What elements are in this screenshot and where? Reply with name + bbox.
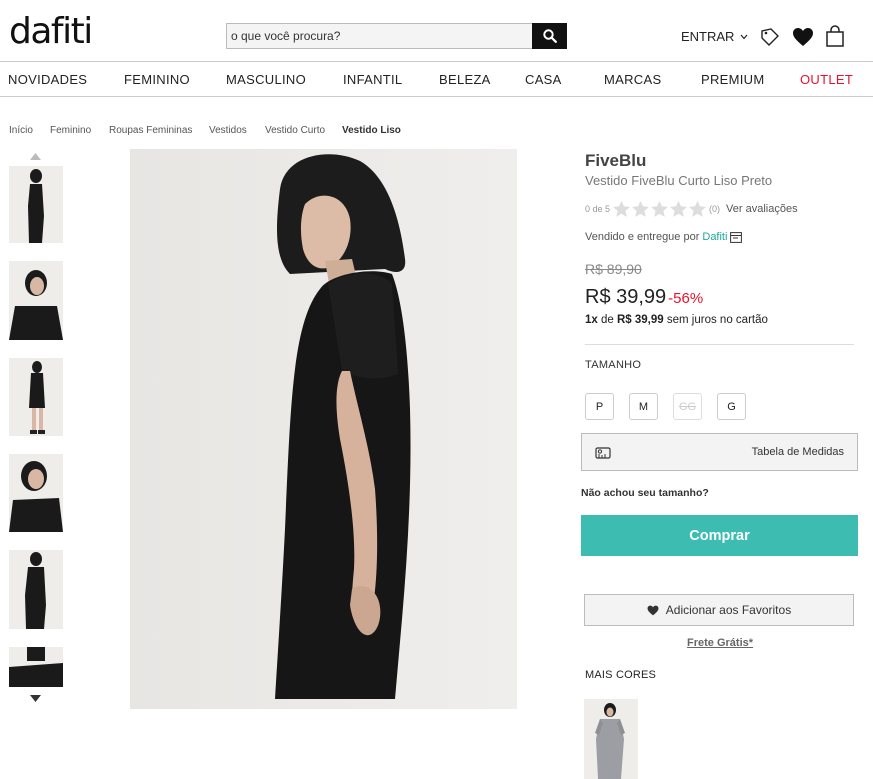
rating-text: 0 de 5 [585,204,611,214]
breadcrumb-vestidos[interactable]: Vestidos [209,125,247,136]
search-icon [542,29,557,43]
thumbnail-1-image [9,166,63,243]
old-price: R$ 89,90 [585,261,642,277]
color-option-grey[interactable] [584,699,638,779]
thumbnail-4[interactable] [9,454,63,532]
shopping-bag-icon[interactable] [825,25,845,52]
thumbnail-5[interactable] [9,550,63,629]
breadcrumb-current: Vestido Liso [342,125,401,136]
current-price: R$ 39,99 -56% [585,286,703,309]
breadcrumb-vestido-curto[interactable]: Vestido Curto [265,125,325,136]
size-option-g[interactable]: G [717,393,746,420]
nav-item-premium[interactable]: PREMIUM [701,72,765,87]
installment-info: 1x de R$ 39,99 sem juros no cartão [585,314,768,326]
product-photo [130,149,517,709]
add-to-favorites-button[interactable]: Adicionar aos Favoritos [584,594,854,626]
star-icon [651,201,668,217]
installment-count: 1x [585,314,598,326]
login-menu[interactable]: ENTRAR [681,29,748,44]
nav-item-beleza[interactable]: BELEZA [439,72,491,87]
thumbnail-2-image [9,261,63,340]
search-bar [226,23,567,49]
main-product-image[interactable] [130,149,517,709]
rating-count: (0) [709,204,721,214]
main-nav: NOVIDADES FEMININO MASCULINO INFANTIL BE… [0,61,873,97]
breadcrumb-inicio[interactable]: Início [9,125,33,136]
thumbnail-6[interactable] [9,647,63,687]
size-option-gg: GG [673,393,702,420]
installment-value: R$ 39,99 [617,314,664,326]
see-reviews-link[interactable]: Ver avaliações [726,203,798,215]
size-option-m[interactable]: M [629,393,658,420]
thumbs-up-arrow-icon[interactable] [30,153,41,160]
search-input[interactable] [227,24,532,48]
star-icon [632,201,649,217]
installment-terms: sem juros no cartão [666,314,768,326]
star-icon [689,201,706,217]
nav-item-novidades[interactable]: NOVIDADES [8,72,87,87]
nav-item-marcas[interactable]: MARCAS [604,72,661,87]
free-shipping-link[interactable]: Frete Grátis* [687,637,753,649]
buy-button[interactable]: Comprar [581,515,858,556]
nav-item-casa[interactable]: CASA [525,72,562,87]
thumbnail-6-image [9,647,63,687]
coupon-tag-icon[interactable] [760,27,780,52]
seller-link[interactable]: Dafiti [702,231,727,243]
breadcrumb-roupas-femininas[interactable]: Roupas Femininas [109,125,192,136]
product-rating: 0 de 5 (0) Ver avaliações [585,201,798,217]
color-option-image [584,699,638,779]
product-brand[interactable]: FiveBlu [585,151,646,171]
star-icon [670,201,687,217]
sold-by: Vendido e entregue por Dafiti [585,231,743,243]
thumbnail-2[interactable] [9,261,63,340]
thumbnail-3-image [9,358,63,436]
sold-by-label: Vendido e entregue por [585,231,700,243]
dafiti-logo[interactable]: dafiti [9,12,93,52]
size-chart-label: Tabela de Medidas [751,446,844,458]
price-value: R$ 39,99 [585,286,667,308]
measuring-tape-icon [595,447,611,459]
add-to-favorites-label: Adicionar aos Favoritos [665,603,792,617]
thumbnail-5-image [9,550,63,629]
divider [585,344,854,345]
thumbnail-1[interactable] [9,166,63,243]
discount-badge: -56% [668,290,704,307]
login-label: ENTRAR [681,29,735,44]
nav-item-masculino[interactable]: MASCULINO [226,72,306,87]
rating-stars [613,201,706,217]
search-button[interactable] [532,23,567,49]
more-colors-label: MAIS CORES [585,669,657,681]
chevron-down-icon [740,34,748,39]
size-chart-button[interactable]: Tabela de Medidas [581,433,858,471]
size-label: TAMANHO [585,359,642,371]
star-icon [613,201,630,217]
thumbnail-4-image [9,454,63,532]
seller-info-icon[interactable] [730,231,743,243]
product-name: Vestido FiveBlu Curto Liso Preto [585,173,773,188]
wishlist-heart-icon[interactable] [792,27,814,52]
thumbnail-3[interactable] [9,358,63,436]
size-option-p[interactable]: P [585,393,614,420]
installment-de: de [601,314,614,326]
thumbs-down-arrow-icon[interactable] [30,695,41,702]
size-not-found-link[interactable]: Não achou seu tamanho? [581,487,709,499]
nav-item-feminino[interactable]: FEMININO [124,72,190,87]
nav-item-outlet[interactable]: OUTLET [800,72,853,87]
breadcrumb-feminino[interactable]: Feminino [50,125,91,136]
heart-icon [647,605,659,615]
nav-item-infantil[interactable]: INFANTIL [343,72,402,87]
